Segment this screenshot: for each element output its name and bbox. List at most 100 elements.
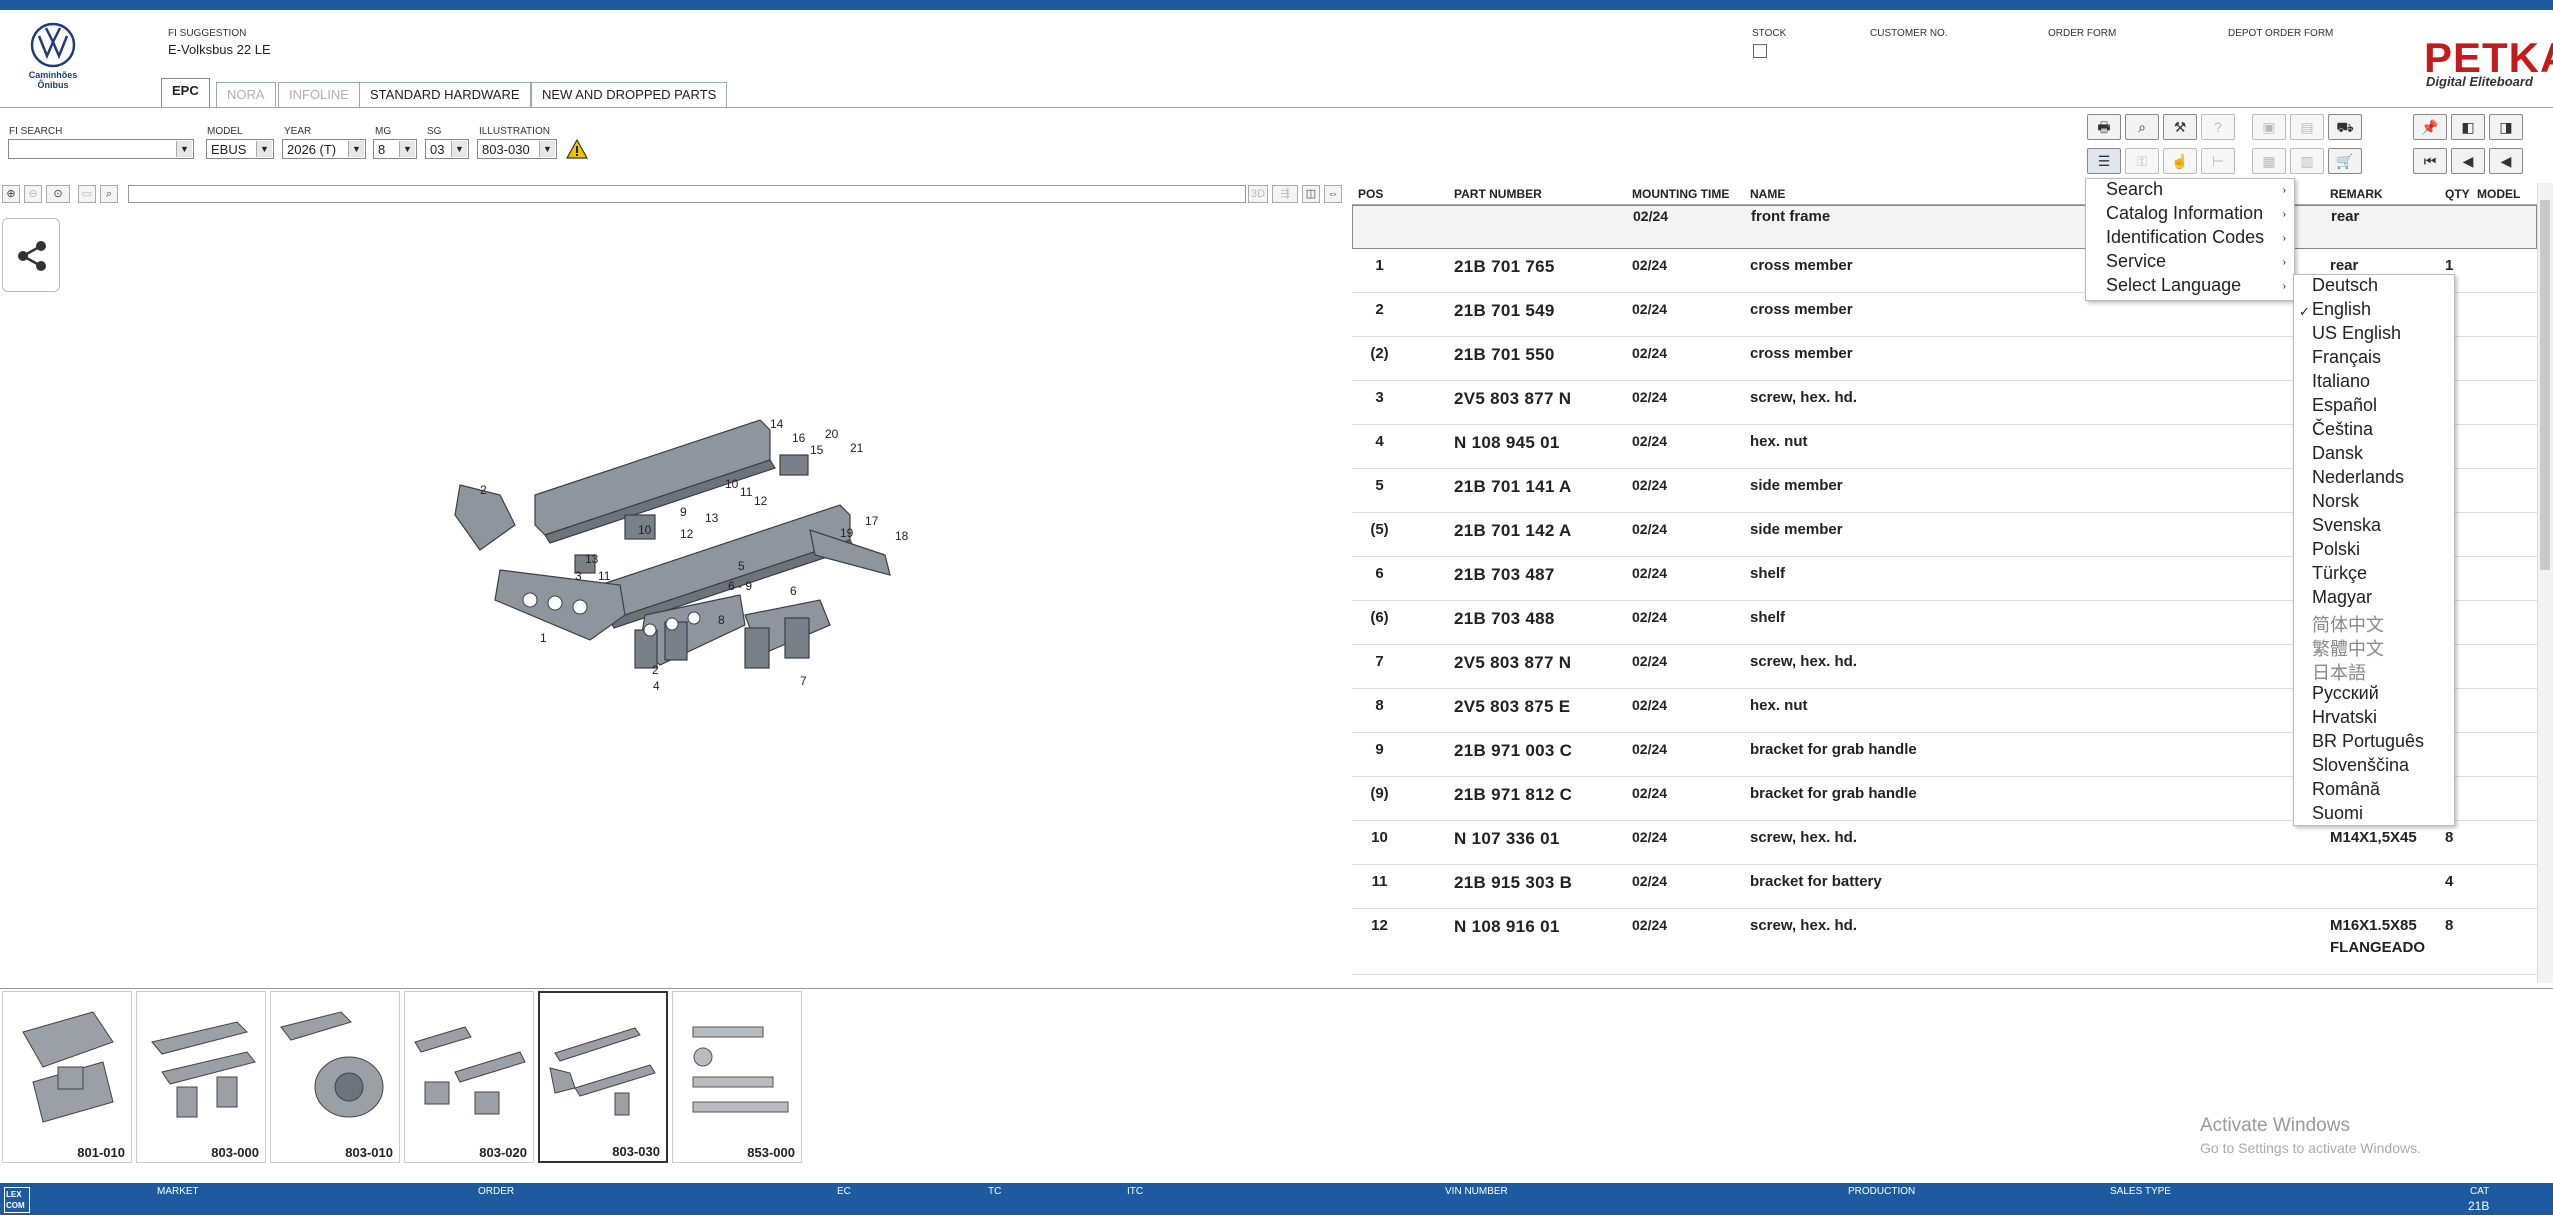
zoom-out-icon[interactable]: ⊖ [24, 185, 42, 203]
thumbnail-803-030[interactable]: 803-030 [538, 991, 668, 1163]
lang-espanol[interactable]: Español [2312, 395, 2377, 419]
thumbnail-803-000[interactable]: 803-000 [136, 991, 266, 1163]
split-view-icon[interactable]: ◫ [1302, 185, 1320, 203]
col-qty[interactable]: QTY [2445, 187, 2470, 201]
cart-add-icon[interactable]: ⛟ [2328, 114, 2362, 140]
hand-icon[interactable]: ☝ [2163, 148, 2197, 174]
menu-item-identification-codes[interactable]: Identification Codes [2106, 227, 2264, 251]
menu-item-search[interactable]: Search [2106, 179, 2163, 203]
col-remark[interactable]: REMARK [2330, 187, 2383, 201]
fi-search-select[interactable]: ▼ [8, 139, 194, 159]
stock-label: STOCK [1752, 28, 1787, 39]
svg-text:11: 11 [740, 485, 753, 499]
menu-item-select-language[interactable]: Select Language [2106, 275, 2241, 299]
svg-text:9: 9 [680, 505, 687, 519]
tab-infoline[interactable]: INFOLINE [278, 82, 360, 107]
lang-svenska[interactable]: Svenska [2312, 515, 2381, 539]
svg-text:20: 20 [825, 427, 839, 441]
lang-slovenscina[interactable]: Slovenščina [2312, 755, 2409, 779]
share-button[interactable] [2, 218, 60, 292]
lang-turkce[interactable]: Türkçe [2312, 563, 2367, 587]
scrollbar-thumb[interactable] [2540, 200, 2550, 570]
col-part-number[interactable]: PART NUMBER [1454, 187, 1542, 201]
lang-japanese[interactable]: 日本語 [2312, 659, 2366, 683]
model-select[interactable]: EBUS ▼ [206, 139, 274, 159]
print-icon[interactable]: 🖶 [2087, 114, 2121, 140]
lang-polski[interactable]: Polski [2312, 539, 2360, 563]
search-catalog-icon[interactable]: ⌕ [2125, 114, 2159, 140]
wrench-icon[interactable]: ⚒ [2163, 114, 2197, 140]
top-accent-bar [0, 0, 2553, 10]
svg-text:7: 7 [800, 674, 807, 688]
menu-item-catalog-information[interactable]: Catalog Information [2106, 203, 2263, 227]
lang-br-portugues[interactable]: BR Português [2312, 731, 2424, 755]
help-icon[interactable]: ? [2201, 114, 2235, 140]
exploded-illustration[interactable]: 14 16 15 20 21 2 10 11 12 9 13 10 12 11 13 3 56 - 96… [440, 410, 920, 700]
tab-standard-hardware[interactable]: STANDARD HARDWARE [359, 82, 531, 107]
year-select[interactable]: 2026 (T) ▼ [282, 139, 366, 159]
lang-magyar[interactable]: Magyar [2312, 587, 2372, 611]
basket-export-icon[interactable]: ▤ [2290, 114, 2324, 140]
viewer-path-bar [128, 185, 1246, 203]
lang-deutsch[interactable]: Deutsch [2312, 275, 2378, 299]
page-prev-icon[interactable]: ◧ [2451, 114, 2485, 140]
warning-icon[interactable] [565, 138, 589, 160]
menu-item-service[interactable]: Service [2106, 251, 2166, 275]
pin-icon[interactable]: 📌 [2413, 114, 2447, 140]
illustration-select[interactable]: 803-030 ▼ [477, 139, 557, 159]
table-row[interactable]: 11 21B 915 303 B 02/24 bracket for battery 4 [1352, 865, 2537, 909]
thumbnail-853-000[interactable]: 853-000 [672, 991, 802, 1163]
lang-norsk[interactable]: Norsk [2312, 491, 2359, 515]
tab-nora[interactable]: NORA [216, 82, 276, 107]
lang-traditional-chinese[interactable]: 繁體中文 [2312, 635, 2384, 659]
expand-icon[interactable]: ⇔ [1324, 185, 1342, 203]
back-icon[interactable]: ◀ [2489, 148, 2523, 174]
lang-english[interactable]: English [2312, 299, 2371, 323]
menu-icon[interactable]: ☰ [2087, 148, 2121, 174]
stock-checkbox[interactable] [1753, 44, 1767, 58]
sg-label: SG [427, 126, 442, 137]
col-mounting-time[interactable]: MOUNTING TIME [1632, 187, 1729, 201]
layers-icon[interactable]: ⇶ [1272, 185, 1298, 203]
group-mounting-time: 02/24 [1633, 208, 1669, 224]
mg-select[interactable]: 8 ▼ [373, 139, 417, 159]
lang-francais[interactable]: Français [2312, 347, 2381, 371]
lang-simplified-chinese[interactable]: 简体中文 [2312, 611, 2384, 635]
prev-icon[interactable]: ◀ [2451, 148, 2485, 174]
lang-russian[interactable]: Русский [2312, 683, 2379, 707]
cart-icon[interactable]: 🛒 [2328, 148, 2362, 174]
lang-us-english[interactable]: US English [2312, 323, 2401, 347]
lang-cestina[interactable]: Čeština [2312, 419, 2373, 443]
first-page-icon[interactable]: ⏮ [2413, 148, 2447, 174]
zoom-in-icon[interactable]: ⊕ [2, 185, 20, 203]
page-next-icon[interactable]: ◨ [2489, 114, 2523, 140]
thumbnail-803-020[interactable]: 803-020 [404, 991, 534, 1163]
key-icon[interactable]: ⚿ [2125, 148, 2159, 174]
zoom-fit-icon[interactable]: ⊙ [46, 185, 70, 203]
zoom-area-icon[interactable]: ▭ [78, 185, 96, 203]
tab-epc[interactable]: EPC [161, 78, 210, 108]
sg-select[interactable]: 03 ▼ [425, 139, 469, 159]
line-icon[interactable]: ⊢ [2201, 148, 2235, 174]
table-row[interactable]: 12 N 108 916 01 02/24 screw, hex. hd. M16X1.… [1352, 909, 2537, 975]
table-row[interactable]: 10 N 107 336 01 02/24 screw, hex. hd. M14X1,… [1352, 821, 2537, 865]
lang-romana[interactable]: Română [2312, 779, 2380, 803]
list-icon[interactable]: ▦ [2252, 148, 2286, 174]
thumbnail-803-010[interactable]: 803-010 [270, 991, 400, 1163]
magnifier-icon[interactable]: ⌕ [100, 185, 118, 203]
group-header-row[interactable]: 02/24 front frame rear [1352, 205, 2537, 249]
lang-hrvatski[interactable]: Hrvatski [2312, 707, 2377, 731]
lang-italiano[interactable]: Italiano [2312, 371, 2370, 395]
tab-new-and-dropped-parts[interactable]: NEW AND DROPPED PARTS [531, 82, 728, 107]
thumbnail-801-010[interactable]: 801-010 [2, 991, 132, 1163]
archive-icon[interactable]: ▥ [2290, 148, 2324, 174]
col-model[interactable]: MODEL [2477, 187, 2520, 201]
3d-icon[interactable]: 3D [1248, 185, 1268, 203]
col-name[interactable]: NAME [1750, 187, 1785, 201]
col-pos[interactable]: POS [1358, 187, 1383, 201]
basket-info-icon[interactable]: ▣ [2252, 114, 2286, 140]
lang-nederlands[interactable]: Nederlands [2312, 467, 2404, 491]
lang-suomi[interactable]: Suomi [2312, 803, 2363, 827]
share-icon [18, 241, 46, 271]
lang-dansk[interactable]: Dansk [2312, 443, 2363, 467]
